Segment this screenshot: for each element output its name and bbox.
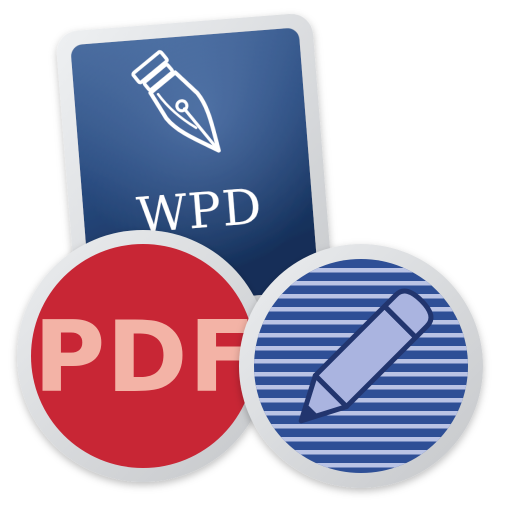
app-icon-artwork: WPD PDF [17, 13, 483, 488]
edit-badge [239, 244, 483, 488]
pdf-badge: PDF [17, 230, 269, 482]
app-icon: WPD PDF [0, 0, 512, 512]
pdf-label: PDF [33, 301, 256, 415]
